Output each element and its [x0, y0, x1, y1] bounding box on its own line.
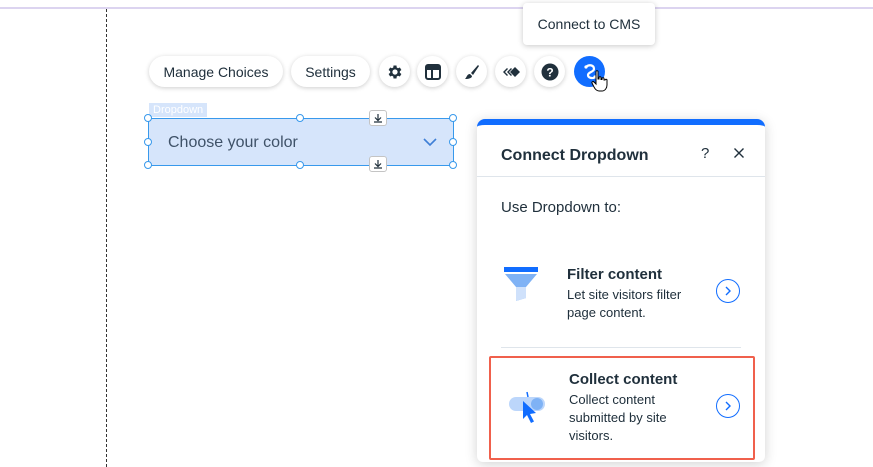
chevron-down-icon — [423, 138, 437, 147]
tooltip-text: Connect to CMS — [537, 16, 641, 32]
option-divider — [501, 347, 741, 348]
layout-button[interactable] — [417, 56, 448, 87]
option-desc-line: Let site visitors filter — [567, 287, 682, 302]
option-desc-line: submitted by site — [569, 410, 667, 425]
page-edge-guide — [106, 9, 107, 467]
design-button[interactable] — [456, 56, 487, 87]
panel-header-divider — [477, 176, 765, 177]
chevron-right-icon — [725, 286, 731, 296]
pointer-cursor-icon — [591, 70, 608, 92]
option-desc-line: page content. — [567, 305, 646, 320]
panel-title: Connect Dropdown — [501, 147, 649, 164]
option-title: Collect content — [569, 371, 678, 388]
filter-content-option[interactable]: Filter content Let site visitors filter … — [489, 255, 755, 335]
layout-icon — [424, 63, 441, 80]
collect-content-arrow-button[interactable] — [716, 394, 740, 418]
element-type-tag: Dropdown — [149, 103, 208, 117]
stretch-bottom-button[interactable] — [369, 156, 387, 172]
option-title: Filter content — [567, 266, 663, 283]
panel-subtitle: Use Dropdown to: — [501, 199, 622, 216]
close-icon[interactable] — [733, 147, 745, 159]
brush-icon — [464, 64, 479, 79]
resize-handle-top[interactable] — [296, 114, 304, 122]
resize-handle-right[interactable] — [449, 138, 457, 146]
settings-button[interactable]: Settings — [291, 56, 370, 87]
funnel-icon — [504, 267, 538, 301]
gear-button[interactable] — [379, 56, 410, 87]
option-description: Collect content submitted by site visito… — [569, 391, 667, 445]
settings-label: Settings — [305, 63, 356, 80]
resize-handle-bottom-left[interactable] — [144, 161, 152, 169]
connect-cms-tooltip: Connect to CMS — [523, 3, 655, 45]
help-icon: ? — [541, 63, 558, 80]
resize-handle-top-left[interactable] — [144, 114, 152, 122]
help-button[interactable]: ? — [534, 56, 565, 87]
resize-handle-top-right[interactable] — [449, 114, 457, 122]
svg-text:?: ? — [546, 65, 553, 79]
download-arrow-icon — [374, 114, 382, 123]
manage-choices-button[interactable]: Manage Choices — [149, 56, 283, 87]
animation-button[interactable] — [495, 56, 526, 87]
chevron-right-icon — [725, 401, 731, 411]
manage-choices-label: Manage Choices — [163, 63, 269, 80]
toggle-cursor-icon — [509, 391, 545, 423]
collect-content-option[interactable]: Collect content Collect content submitte… — [489, 356, 755, 460]
resize-handle-bottom-right[interactable] — [449, 161, 457, 169]
gear-icon — [388, 65, 401, 78]
resize-handle-bottom[interactable] — [296, 161, 304, 169]
download-arrow-icon — [374, 160, 382, 169]
option-desc-line: Collect content — [569, 392, 655, 407]
option-description: Let site visitors filter page content. — [567, 286, 681, 322]
dropdown-element[interactable]: Choose your color — [148, 118, 454, 166]
option-desc-line: visitors. — [569, 428, 614, 443]
connect-dropdown-panel: Connect Dropdown ? Use Dropdown to: Filt… — [477, 119, 765, 462]
filter-content-arrow-button[interactable] — [716, 279, 740, 303]
resize-handle-left[interactable] — [144, 138, 152, 146]
stretch-top-button[interactable] — [369, 110, 387, 126]
dropdown-placeholder: Choose your color — [168, 134, 298, 151]
animation-icon — [502, 66, 520, 77]
top-guideline — [0, 7, 873, 9]
panel-help-button[interactable]: ? — [701, 145, 709, 162]
